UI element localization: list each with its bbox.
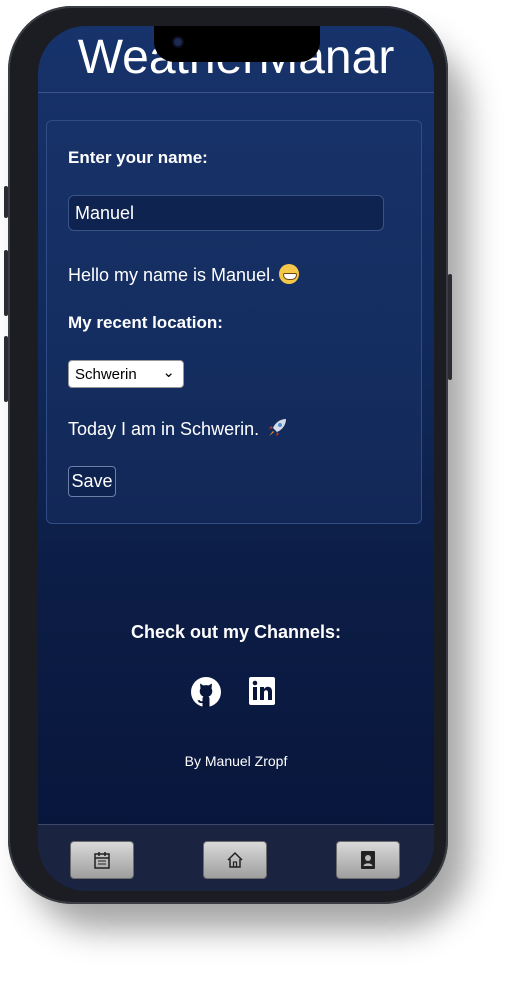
greeting-text: Hello my name is Manuel. [68,264,300,286]
location-selected-value: Schwerin [75,366,137,383]
location-select[interactable]: Schwerin ⌄ [68,360,184,388]
byline: By Manuel Zropf [184,753,288,769]
app-screen: WeatherManar Enter your name: Hello my n… [38,26,434,891]
name-label: Enter your name: [68,148,208,167]
nav-contact-button[interactable] [336,841,400,879]
side-button-power [448,274,452,380]
rocket-icon [269,419,287,436]
location-text: Today I am in Schwerin. [68,417,288,440]
side-button-mute [4,186,8,218]
profile-card: Enter your name: Hello my name is Manuel… [46,120,422,524]
nav-calendar-button[interactable] [70,841,134,879]
camera [174,38,182,46]
location-message: Today I am in Schwerin. [68,419,260,439]
save-button[interactable]: Save [68,466,116,497]
channels-title: Check out my Channels: [130,622,342,642]
side-button-volume-down [4,336,8,402]
calendar-icon [94,852,110,869]
bottom-nav-bar [38,824,434,891]
phone-frame: WeatherManar Enter your name: Hello my n… [4,6,452,904]
home-icon [227,851,243,868]
nav-home-button[interactable] [203,841,267,879]
location-label: My recent location: [68,313,223,332]
side-button-volume-up [4,250,8,316]
linkedin-icon [249,677,275,705]
greeting-message: Hello my name is Manuel. [68,265,276,285]
linkedin-link[interactable] [248,676,276,711]
chevron-down-icon: ⌄ [162,364,175,381]
github-icon [191,677,221,707]
name-input[interactable] [68,195,384,231]
grinning-face-icon [279,264,300,284]
github-link[interactable] [190,676,222,713]
contact-icon [361,851,375,869]
